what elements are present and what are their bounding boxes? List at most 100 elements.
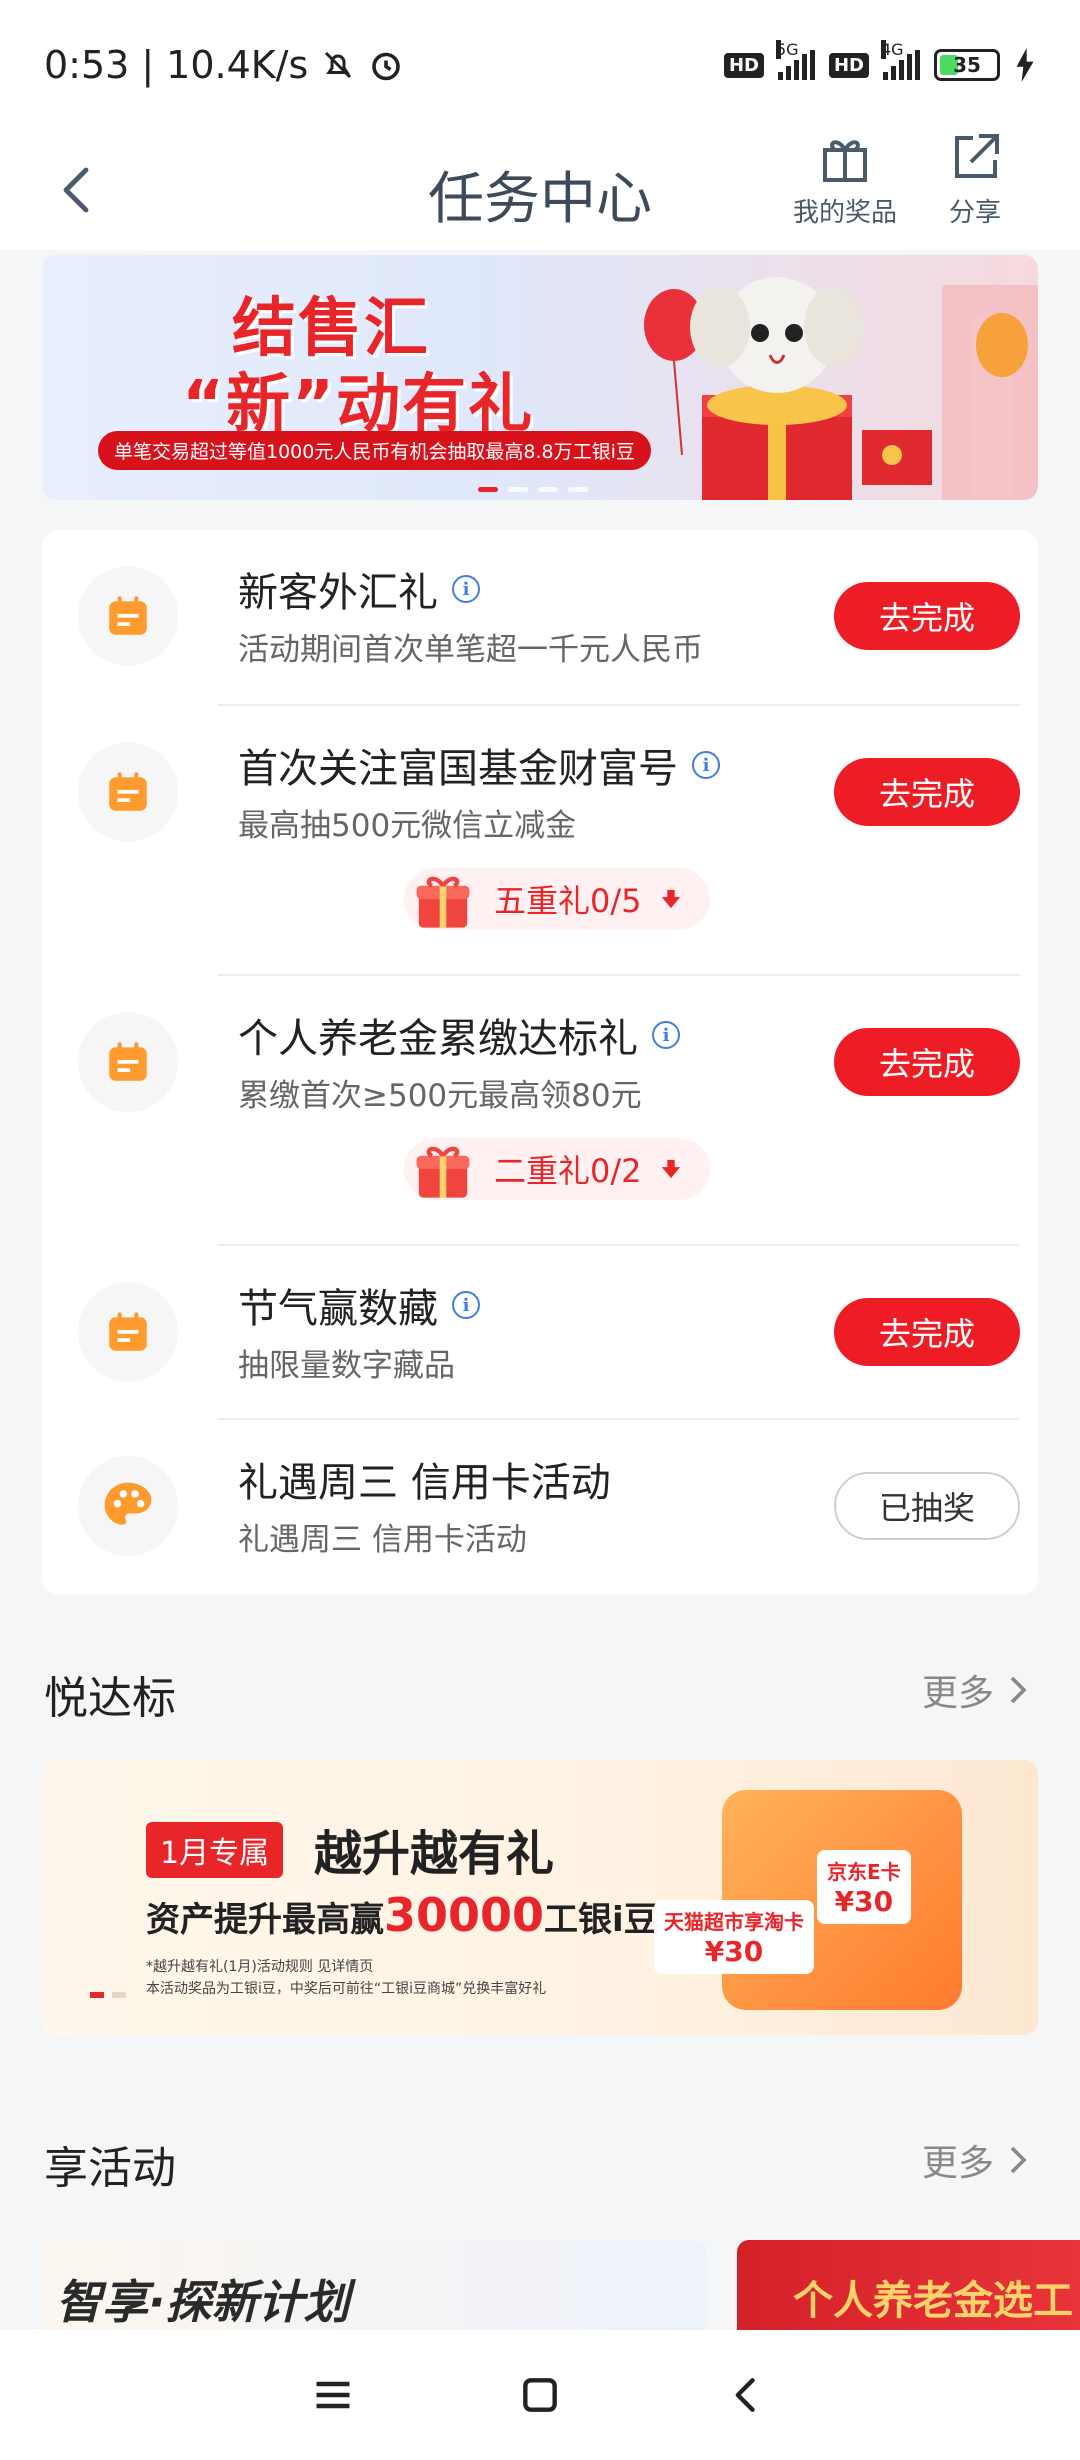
signal-5g-icon: 5G bbox=[775, 40, 815, 80]
go-complete-button[interactable]: 去完成 bbox=[834, 1028, 1020, 1096]
promo-note: *越升越有礼(1月)活动规则 见详情页 bbox=[146, 1959, 374, 1975]
task-icon bbox=[78, 1282, 178, 1382]
system-nav-bar bbox=[0, 2330, 1080, 2460]
chevron-right-icon bbox=[1010, 1676, 1027, 1704]
promo-line-suffix: 工银i豆 bbox=[544, 1900, 658, 1940]
chevron-down-icon bbox=[661, 889, 680, 909]
task-list: 新客外汇礼 i 活动期间首次单笔超一千元人民币 去完成 首次关注富国基金财富号 … bbox=[42, 530, 1038, 1595]
battery-icon: 35 bbox=[934, 49, 1000, 81]
tmall-card-value: ¥30 bbox=[704, 1935, 764, 1968]
task-title-text: 新客外汇礼 bbox=[238, 570, 438, 616]
status-bar: 0:53 | 10.4K/s HD 5G HD 4G 35 bbox=[0, 0, 1080, 130]
promo-line: 资产提升最高赢30000工银i豆 bbox=[146, 1888, 658, 1942]
more-link-xianghuodong[interactable]: 更多 bbox=[922, 2134, 1030, 2186]
task-title: 节气赢数藏 i bbox=[238, 1276, 480, 1334]
go-complete-button[interactable]: 去完成 bbox=[834, 582, 1020, 650]
gift-icon bbox=[823, 140, 867, 182]
calendar-icon bbox=[109, 596, 147, 635]
more-label: 更多 bbox=[921, 2143, 994, 2184]
already-drawn-button[interactable]: 已抽奖 bbox=[834, 1472, 1020, 1540]
section-title-yuedabiao: 悦达标 bbox=[44, 1673, 176, 1724]
promo-headline: 越升越有礼 bbox=[314, 1826, 555, 1882]
signal-4g-icon: 4G bbox=[881, 40, 920, 80]
chevron-right-icon bbox=[1010, 2146, 1027, 2174]
chevron-down-icon bbox=[661, 1159, 680, 1179]
tmall-card-name: 天猫超市享淘卡 bbox=[664, 1910, 804, 1934]
top-banner[interactable]: 结售汇 “新”动有礼 单笔交易超过等值1000元人民币有机会抽取最高8.8万工银… bbox=[42, 255, 1038, 500]
gift-tier-pill[interactable]: 二重礼0/2 bbox=[404, 1138, 710, 1200]
sim2-type: 4G bbox=[881, 40, 904, 59]
task-title: 个人养老金累缴达标礼 i bbox=[238, 1006, 680, 1064]
network-speed: 10.4K/s bbox=[166, 43, 309, 87]
task-desc: 礼遇周三 信用卡活动 bbox=[238, 1522, 527, 1558]
info-icon[interactable]: i bbox=[652, 1021, 680, 1049]
hd-badge: HD bbox=[723, 52, 764, 78]
more-label: 更多 bbox=[921, 1673, 994, 1714]
menu-icon[interactable] bbox=[311, 2373, 355, 2417]
my-prizes-label: 我的奖品 bbox=[792, 198, 897, 228]
jd-card-name: 京东E卡 bbox=[827, 1860, 901, 1884]
back-nav-icon[interactable] bbox=[725, 2373, 769, 2417]
task-desc: 抽限量数字藏品 bbox=[238, 1348, 455, 1384]
jd-card-label: 京东E卡 ¥30 bbox=[817, 1850, 911, 1924]
elephant-mascot-illustration bbox=[644, 277, 1038, 500]
info-icon[interactable]: i bbox=[452, 575, 480, 603]
sim1-type: 5G bbox=[775, 40, 799, 59]
divider bbox=[218, 1418, 1020, 1420]
task-desc: 累缴首次≥500元最高领80元 bbox=[238, 1078, 642, 1114]
share-icon bbox=[955, 134, 999, 178]
share-button[interactable]: 分享 bbox=[915, 130, 1035, 229]
task-title: 首次关注富国基金财富号 i bbox=[238, 736, 720, 794]
red-gift-icon bbox=[416, 1146, 470, 1198]
gift-tier-pill[interactable]: 五重礼0/5 bbox=[404, 868, 710, 930]
task-title-text: 个人养老金累缴达标礼 bbox=[238, 1016, 638, 1062]
activity-card-text: 智享·探新计划 bbox=[56, 2275, 350, 2329]
divider bbox=[218, 704, 1020, 706]
mute-bell-icon bbox=[325, 51, 352, 79]
task-icon bbox=[78, 566, 178, 666]
jd-card-value: ¥30 bbox=[834, 1885, 894, 1918]
task-desc: 活动期间首次单笔超一千元人民币 bbox=[238, 632, 703, 668]
go-complete-button[interactable]: 去完成 bbox=[834, 1298, 1020, 1366]
promo-banner[interactable]: 1月专属 越升越有礼 资产提升最高赢30000工银i豆 *越升越有礼(1月)活动… bbox=[42, 1760, 1038, 2035]
my-prizes-button[interactable]: 我的奖品 bbox=[785, 130, 905, 229]
activity-card[interactable]: 智享·探新计划 bbox=[42, 2240, 707, 2330]
share-label: 分享 bbox=[948, 198, 1001, 228]
tmall-card-label: 天猫超市享淘卡 ¥30 bbox=[654, 1900, 814, 1974]
divider bbox=[218, 1244, 1020, 1246]
task-title-text: 首次关注富国基金财富号 bbox=[238, 746, 678, 792]
battery-level: 35 bbox=[953, 53, 981, 77]
promo-pagination bbox=[90, 1992, 126, 1998]
gift-tier-text: 二重礼0/2 bbox=[494, 1152, 642, 1190]
go-complete-button[interactable]: 去完成 bbox=[834, 758, 1020, 826]
separator: | bbox=[141, 43, 155, 87]
clock: 0:53 bbox=[44, 43, 130, 87]
activity-card-text: 个人养老金选工 bbox=[793, 2278, 1073, 2324]
gift-tier-text: 五重礼0/5 bbox=[494, 882, 642, 920]
activity-carousel: 智享·探新计划 个人养老金选工 bbox=[42, 2240, 1080, 2330]
promo-line-prefix: 资产提升最高赢 bbox=[146, 1900, 384, 1940]
header: 任务中心 我的奖品 分享 bbox=[0, 130, 1080, 250]
divider bbox=[218, 974, 1020, 976]
info-icon[interactable]: i bbox=[692, 751, 720, 779]
task-icon bbox=[78, 742, 178, 842]
task-icon bbox=[78, 1012, 178, 1112]
task-desc: 最高抽500元微信立减金 bbox=[238, 808, 577, 844]
calendar-icon bbox=[109, 1312, 147, 1351]
calendar-icon bbox=[109, 1042, 147, 1081]
calendar-icon bbox=[109, 772, 147, 811]
info-icon[interactable]: i bbox=[452, 1291, 480, 1319]
hd-badge-2: HD bbox=[828, 52, 869, 78]
more-link-yuedabiao[interactable]: 更多 bbox=[922, 1664, 1030, 1716]
red-gift-icon bbox=[416, 876, 470, 928]
promo-note: 本活动奖品为工银i豆，中奖后可前往“工银i豆商城”兑换丰富好礼 bbox=[146, 1981, 547, 1997]
charging-icon bbox=[1016, 48, 1034, 82]
task-icon bbox=[78, 1456, 178, 1556]
home-square-icon[interactable] bbox=[518, 2373, 562, 2417]
section-title-xianghuodong: 享活动 bbox=[44, 2143, 176, 2194]
task-title-text: 节气赢数藏 bbox=[238, 1286, 438, 1332]
banner-pagination bbox=[478, 487, 588, 492]
promo-tag: 1月专属 bbox=[146, 1822, 284, 1878]
activity-card[interactable]: 个人养老金选工 bbox=[737, 2240, 1080, 2330]
task-title: 礼遇周三 信用卡活动 bbox=[238, 1450, 611, 1508]
